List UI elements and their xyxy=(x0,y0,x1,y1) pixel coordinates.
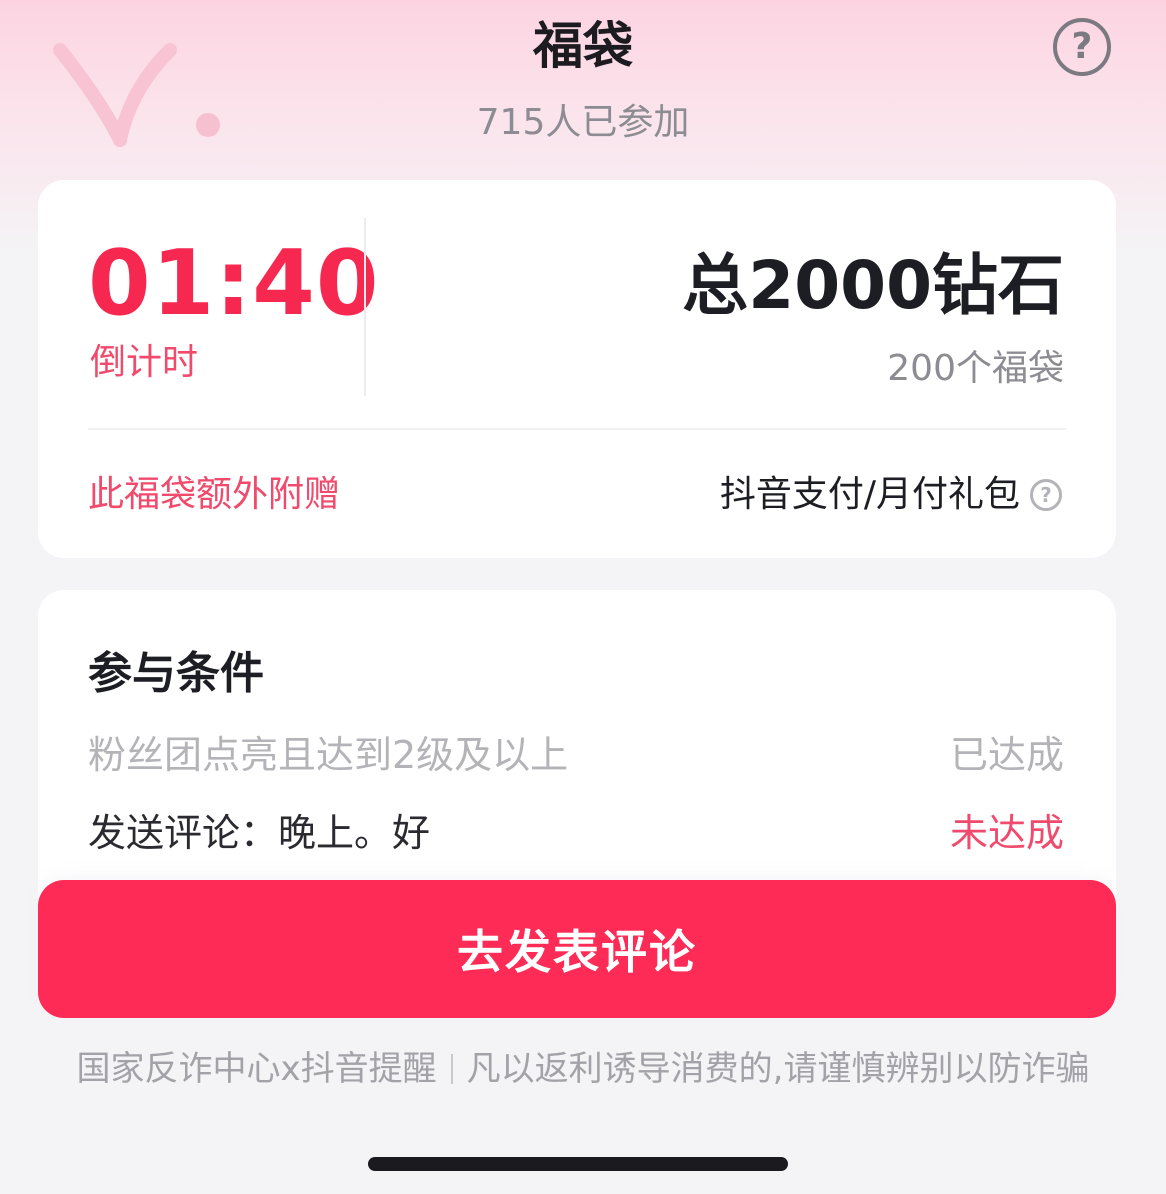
extra-gift-label: 此福袋额外附赠 xyxy=(88,474,341,515)
post-comment-button[interactable]: 去发表评论 xyxy=(38,880,1116,1018)
extra-gift-value: 抖音支付/月付礼包 xyxy=(719,474,1020,515)
vertical-divider xyxy=(364,218,366,396)
condition-text: 发送评论：晚上。好 xyxy=(88,811,431,855)
extra-gift-info[interactable]: 抖音支付/月付礼包 ? xyxy=(720,472,1062,518)
question-circle-icon[interactable]: ? xyxy=(1030,479,1062,511)
condition-status: 未达成 xyxy=(949,811,1064,855)
bag-count: 200个福袋 xyxy=(887,348,1064,389)
condition-row: 粉丝团点亮且达到2级及以上 已达成 xyxy=(88,730,1064,780)
notice-divider xyxy=(450,1054,453,1084)
condition-row: 发送评论：晚上。好 未达成 xyxy=(88,808,1064,858)
notice-message: 凡以返利诱导消费的,请谨慎辨别以防诈骗 xyxy=(466,1049,1090,1089)
condition-text: 粉丝团点亮且达到2级及以上 xyxy=(88,733,569,777)
horizontal-divider xyxy=(88,428,1066,430)
conditions-card: 参与条件 粉丝团点亮且达到2级及以上 已达成 发送评论：晚上。好 未达成 xyxy=(38,590,1116,920)
page-title: 福袋 xyxy=(533,17,633,75)
prize-total: 总2000钻石 xyxy=(682,247,1064,324)
anti-fraud-notice: 国家反诈中心x抖音提醒 凡以返利诱导消费的,请谨慎辨别以防诈骗 xyxy=(0,1046,1166,1092)
countdown-label: 倒计时 xyxy=(90,342,199,383)
question-circle-icon[interactable]: ? xyxy=(1053,18,1111,76)
home-indicator[interactable] xyxy=(368,1157,788,1171)
notice-source: 国家反诈中心x抖音提醒 xyxy=(76,1049,437,1089)
conditions-title: 参与条件 xyxy=(88,648,264,699)
participant-count: 715人已参加 xyxy=(476,102,690,143)
prize-card: 01:40 倒计时 总2000钻石 200个福袋 此福袋额外附赠 抖音支付/月付… xyxy=(38,180,1116,558)
condition-status: 已达成 xyxy=(949,733,1064,777)
countdown-timer: 01:40 xyxy=(88,231,380,336)
